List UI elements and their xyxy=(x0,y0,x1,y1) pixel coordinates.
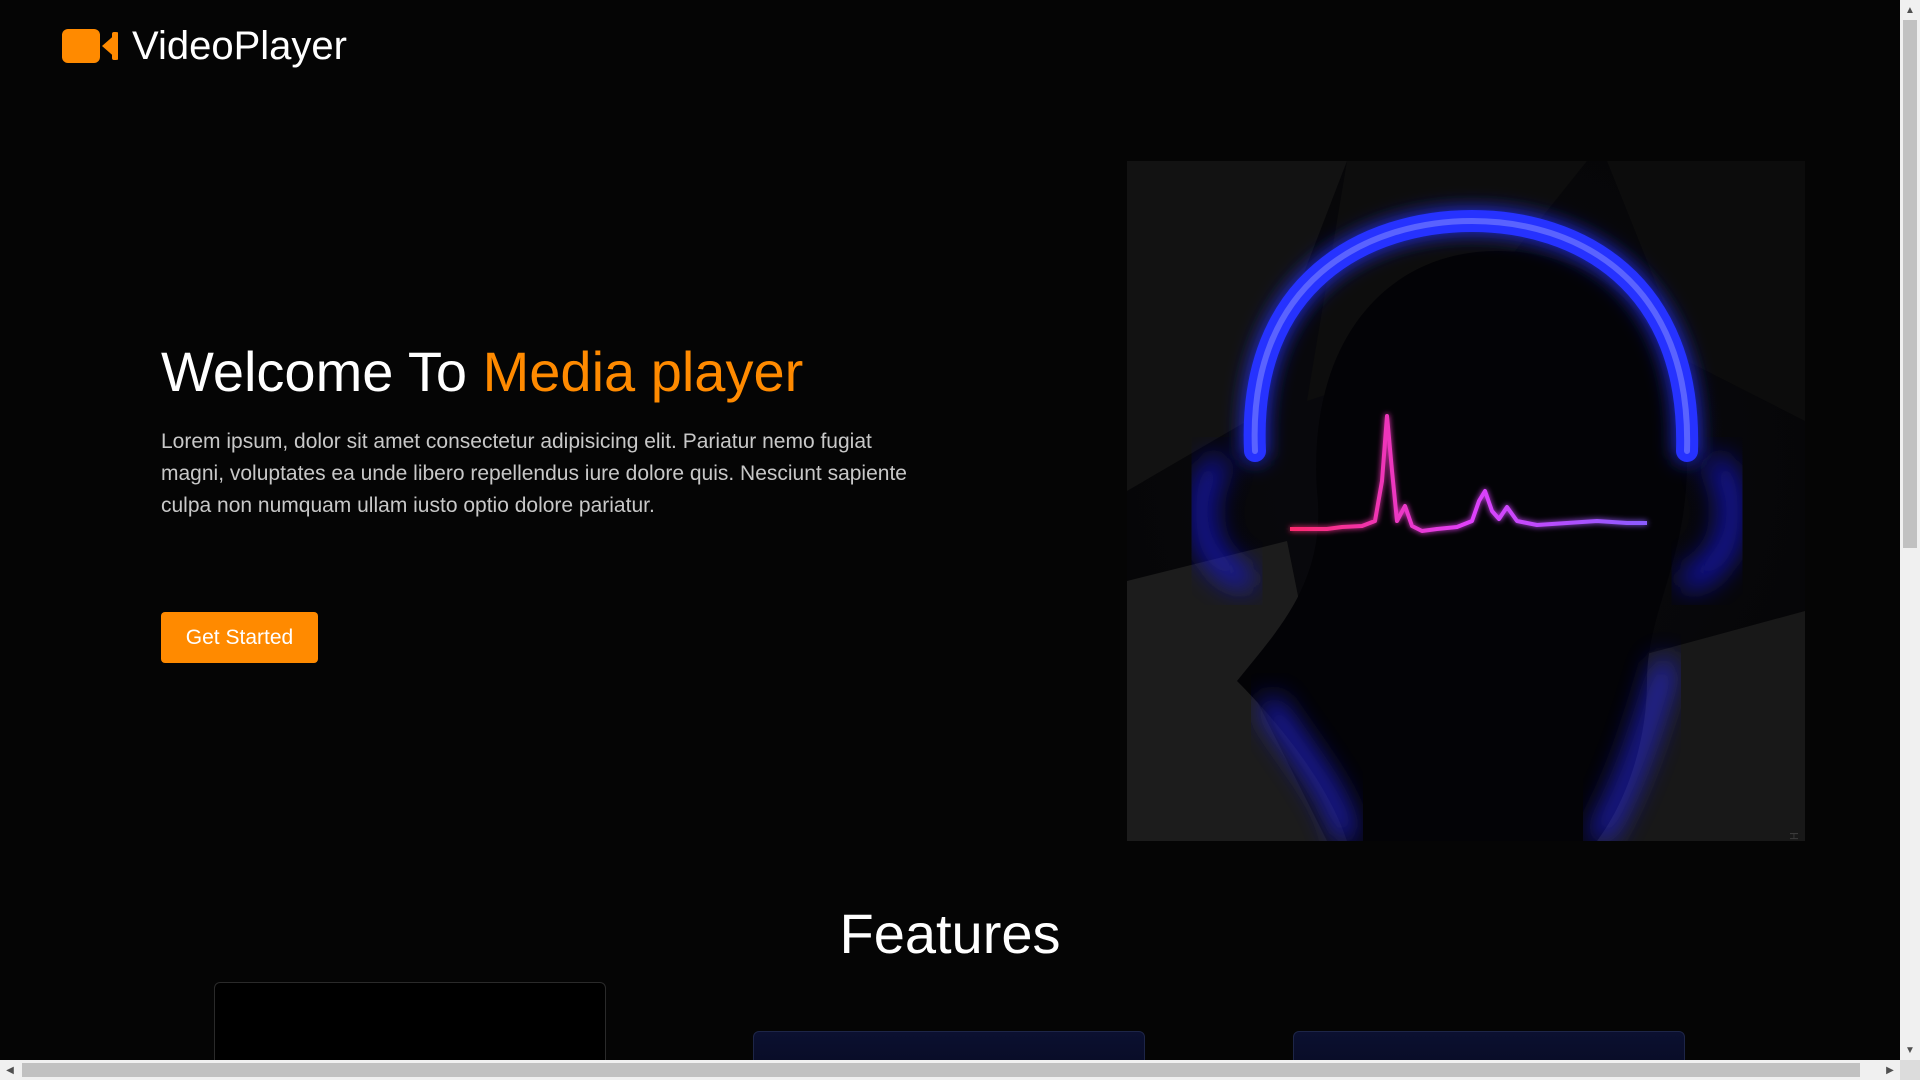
headphones-heartbeat-illustration xyxy=(1127,161,1805,841)
scroll-up-icon[interactable]: ▲ xyxy=(1900,0,1920,20)
video-camera-icon xyxy=(62,26,118,66)
scroll-down-icon[interactable]: ▼ xyxy=(1900,1040,1920,1060)
vertical-scroll-thumb[interactable] xyxy=(1903,20,1917,548)
hero-title: Welcome To Media player xyxy=(161,340,803,404)
hero-title-prefix: Welcome To xyxy=(161,340,483,403)
logo[interactable]: VideoPlayer xyxy=(62,26,347,66)
logo-text: VideoPlayer xyxy=(132,24,347,68)
horizontal-scrollbar[interactable]: ◀ ▶ xyxy=(0,1060,1900,1080)
scroll-left-icon[interactable]: ◀ xyxy=(0,1060,20,1080)
scrollbar-corner xyxy=(1900,1060,1920,1080)
features-title: Features xyxy=(839,902,1061,965)
vertical-scrollbar[interactable]: ▲ ▼ xyxy=(1900,0,1920,1060)
get-started-button[interactable]: Get Started xyxy=(161,612,318,663)
hero-image: KIDMOGRAPH xyxy=(1127,161,1805,841)
page-viewport: VideoPlayer Welcome To Media player Lore… xyxy=(0,0,1900,1060)
hero-title-accent: Media player xyxy=(482,340,804,403)
feature-card[interactable] xyxy=(1293,1031,1685,1060)
hero-description: Lorem ipsum, dolor sit amet consectetur … xyxy=(161,430,907,517)
scroll-right-icon[interactable]: ▶ xyxy=(1880,1060,1900,1080)
feature-card[interactable] xyxy=(753,1031,1145,1060)
feature-card[interactable] xyxy=(214,982,606,1060)
image-signature: KIDMOGRAPH xyxy=(1788,831,1801,841)
horizontal-scroll-thumb[interactable] xyxy=(22,1063,1860,1077)
